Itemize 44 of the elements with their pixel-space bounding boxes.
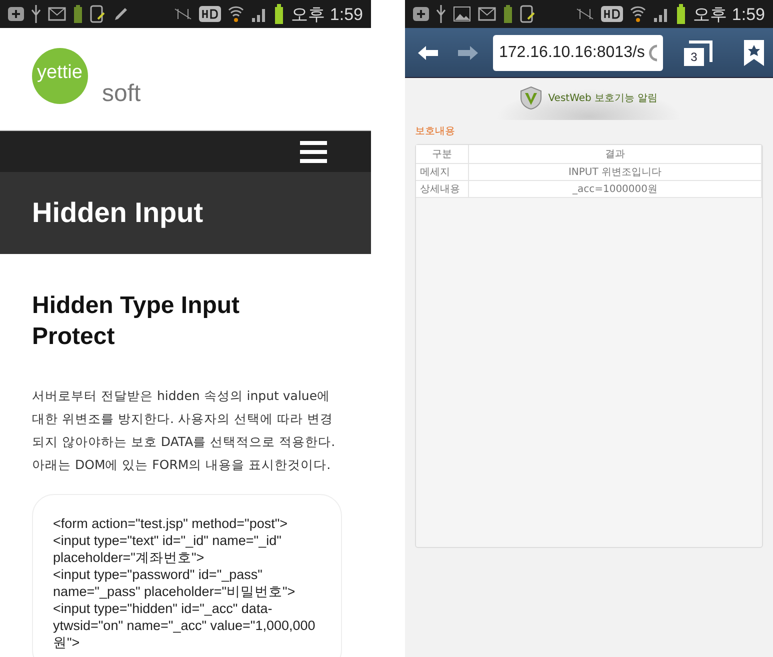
- column-header: 결과: [468, 145, 762, 164]
- plus-icon: [8, 6, 24, 22]
- usb-icon: [436, 5, 446, 23]
- battery-icon: [73, 5, 83, 23]
- status-time: 오후 1:59: [291, 4, 363, 26]
- bookmark-icon[interactable]: [743, 38, 765, 66]
- shield-icon: [520, 86, 542, 110]
- logo: yettie soft: [32, 48, 157, 110]
- section-heading: Hidden Type Input Protect: [32, 291, 241, 352]
- phone-icon: [90, 5, 106, 23]
- mail-icon: [478, 7, 496, 21]
- wifi-icon: [228, 5, 244, 23]
- section-label: 보호내용: [415, 125, 456, 138]
- mail-icon: [48, 7, 66, 21]
- code-line: <form action="test.jsp" method="post">: [53, 515, 289, 532]
- table-cell: 상세내용: [416, 180, 468, 198]
- signal-icon: [653, 6, 670, 22]
- battery-icon: [274, 4, 284, 24]
- page-title: Hidden Input: [32, 197, 204, 229]
- table-cell: 메세지: [416, 164, 468, 180]
- hd-icon: [199, 6, 222, 22]
- status-time: 오후 1:59: [693, 4, 765, 26]
- code-line: <input type="password" id="_pass" name="_pass" placeholder="비밀번호">: [53, 566, 296, 600]
- signal-icon: [251, 6, 268, 22]
- pencil-icon: [113, 6, 129, 22]
- column-header: 구분: [416, 145, 468, 164]
- phone-icon: [520, 5, 536, 23]
- battery-icon: [676, 4, 686, 24]
- wifi-icon: [630, 5, 646, 23]
- hd-icon: [601, 6, 624, 22]
- refresh-icon[interactable]: [646, 42, 657, 62]
- banner-title: VestWeb 보호기능 알림: [548, 92, 658, 105]
- menu-icon[interactable]: [300, 140, 327, 162]
- plus-icon: [413, 6, 429, 22]
- tabs-button[interactable]: 3: [681, 38, 713, 68]
- table-cell: INPUT 위변조입니다: [468, 164, 762, 180]
- code-line: <input type="text" id="_id" name="_id" placeholder="계좌번호">: [53, 532, 282, 566]
- description-paragraph: 서버로부터 전달받은 hidden 속성의 input value에 대한 위변조를 방지한다. 사용자의 선택에 따라 변경되지 않아야하는 보호 DATA를 선택적으로 적용한다. 아래는 DOM에 있는 FORM의 내용을 표시한것이다.: [32, 387, 336, 474]
- url-field[interactable]: 172.16.10.16:8013/s: [493, 34, 663, 70]
- usb-icon: [31, 5, 41, 23]
- code-line: <input type="hidden" id="_acc" data-ytwsid="on" name="_acc" value="1,000,000원">: [53, 600, 316, 651]
- battery-icon: [503, 5, 513, 23]
- table-cell: _acc=1000000원: [468, 180, 762, 198]
- image-icon: [453, 6, 471, 22]
